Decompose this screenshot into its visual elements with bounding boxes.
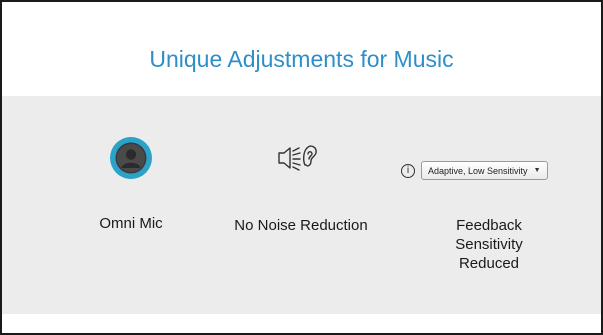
- chevron-down-icon: ▼: [533, 167, 541, 174]
- ear-noise-icon: [277, 140, 319, 176]
- noise-reduction-label: No Noise Reduction: [234, 217, 368, 234]
- dropdown-value: Adaptive, Low Sensitivity: [428, 165, 528, 176]
- content-band: Omni Mic No Noise Reduction i Adaptive, …: [2, 96, 601, 314]
- slide: Unique Adjustments for Music Omni Mic No…: [0, 0, 603, 335]
- slide-title: Unique Adjustments for Music: [149, 46, 454, 72]
- feedback-sensitivity-dropdown[interactable]: Adaptive, Low Sensitivity ▼: [421, 161, 548, 180]
- feedback-control-row: i Adaptive, Low Sensitivity ▼: [401, 161, 548, 180]
- feedback-sensitivity-label: Feedback Sensitivity Reduced: [455, 217, 523, 272]
- person-avatar-icon: [109, 136, 153, 180]
- info-icon[interactable]: i: [401, 163, 415, 178]
